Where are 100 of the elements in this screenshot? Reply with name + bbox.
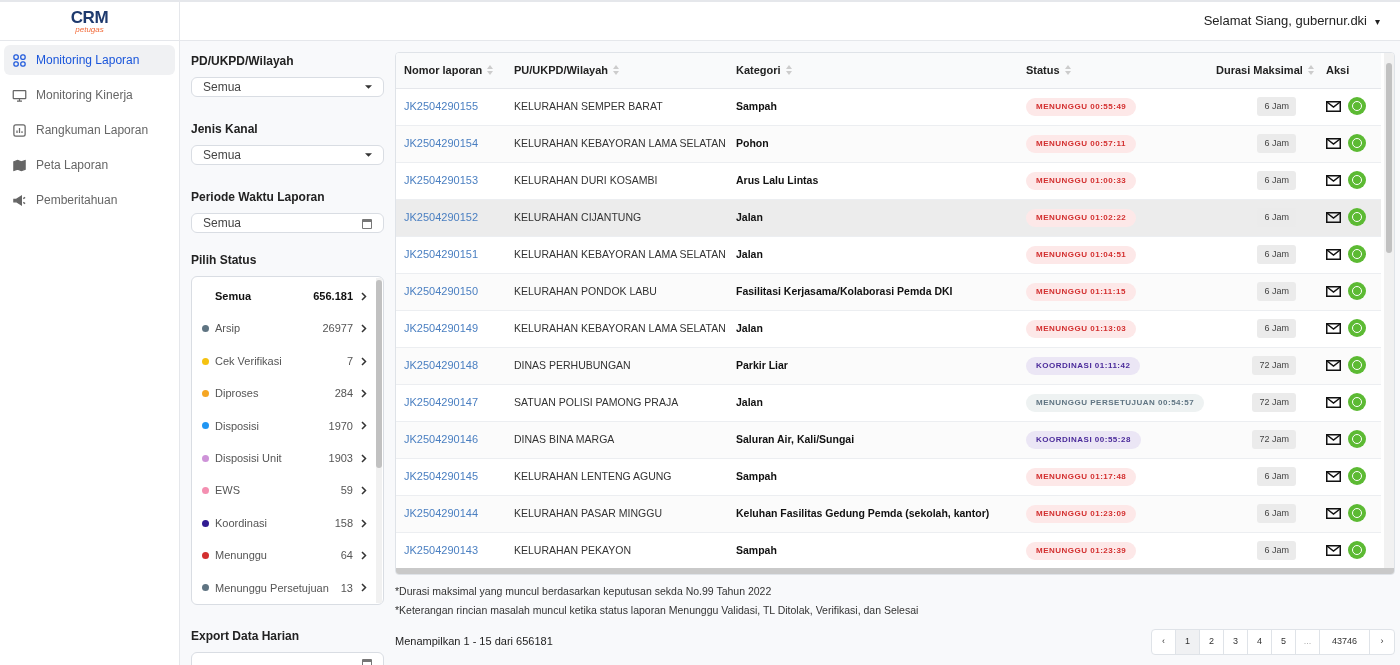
table-row[interactable]: JK2504290154 KELURAHAN KEBAYORAN LAMA SELATAN Pohon MENUNGGU 00:57:11 6 Jam <box>396 125 1381 162</box>
mail-icon[interactable] <box>1326 396 1341 408</box>
report-link[interactable]: JK2504290145 <box>404 470 478 483</box>
mail-icon[interactable] <box>1326 544 1341 556</box>
nav-item[interactable]: Rangkuman Laporan <box>4 115 175 145</box>
whatsapp-icon[interactable] <box>1348 208 1366 226</box>
mail-icon[interactable] <box>1326 137 1341 149</box>
mail-icon[interactable] <box>1326 322 1341 334</box>
column-header[interactable]: Durasi Maksimal <box>1208 53 1318 88</box>
whatsapp-icon[interactable] <box>1348 97 1366 115</box>
scrollbar-track[interactable] <box>1384 53 1394 568</box>
table-cell: KELURAHAN PONDOK LABU <box>506 273 728 310</box>
mail-icon[interactable] <box>1326 248 1341 260</box>
chevron-right-icon <box>361 324 367 334</box>
table-row[interactable]: JK2504290146 DINAS BINA MARGA Saluran Air, Kali/Sungai KOORDINASI 00:55:28 72 Jam <box>396 421 1381 458</box>
status-item[interactable]: Disposisi Unit 1903 <box>192 442 383 475</box>
mail-icon[interactable] <box>1326 433 1341 445</box>
column-header[interactable]: Kategori <box>728 53 1018 88</box>
report-link[interactable]: JK2504290149 <box>404 322 478 335</box>
report-link[interactable]: JK2504290144 <box>404 507 478 520</box>
table-row[interactable]: JK2504290147 SATUAN POLISI PAMONG PRAJA Jalan MENUNGGU PERSETUJUAN 00:54:57 72 Jam <box>396 384 1381 421</box>
table-row[interactable]: JK2504290144 KELURAHAN PASAR MINGGU Keluhan Fasilitas Gedung Pemda (sekolah, kantor) MENUNGGU 01:23:09 6 Jam <box>396 495 1381 532</box>
page-button[interactable]: ‹ <box>1151 629 1176 654</box>
report-link[interactable]: JK2504290152 <box>404 211 478 224</box>
table-row[interactable]: JK2504290151 KELURAHAN KEBAYORAN LAMA SELATAN Jalan MENUNGGU 01:04:51 6 Jam <box>396 236 1381 273</box>
mail-icon[interactable] <box>1326 359 1341 371</box>
whatsapp-icon[interactable] <box>1348 134 1366 152</box>
status-item[interactable]: Diproses 284 <box>192 377 383 410</box>
date-field[interactable]: Semua <box>191 213 384 233</box>
nav-item[interactable]: Pemberitahuan <box>4 185 175 215</box>
table-cell: Fasilitasi Kerjasama/Kolaborasi Pemda DKI <box>728 273 1018 310</box>
status-label: MENUNGGU 01:04:51 <box>1026 246 1137 264</box>
mail-icon[interactable] <box>1326 507 1341 519</box>
mail-icon[interactable] <box>1326 470 1341 482</box>
status-item[interactable]: Disposisi 1970 <box>192 409 383 443</box>
user-greeting[interactable]: Selamat Siang, gubernur.dki <box>1203 11 1367 31</box>
status-item[interactable]: Arsip 26977 <box>192 312 383 345</box>
sort-icon <box>785 65 792 76</box>
page-button[interactable]: 3 <box>1223 629 1248 654</box>
mail-icon[interactable] <box>1326 100 1341 112</box>
caret-icon[interactable]: ▾ <box>1375 13 1380 29</box>
column-header[interactable]: Nomor laporan <box>396 53 506 88</box>
status-item[interactable]: Semua 656.181 <box>192 280 383 313</box>
report-link[interactable]: JK2504290155 <box>404 100 478 113</box>
duration-label: 6 Jam <box>1257 170 1296 191</box>
page-button[interactable]: 43746 <box>1319 629 1370 654</box>
page-button[interactable]: 2 <box>1199 629 1224 654</box>
whatsapp-icon[interactable] <box>1348 393 1366 411</box>
status-item[interactable]: Menunggu Persetujuan 13 <box>192 571 383 605</box>
sort-icon <box>1307 65 1314 76</box>
nav-item[interactable]: Monitoring Kinerja <box>4 80 175 110</box>
dropdown[interactable]: Semua <box>191 77 384 97</box>
page-button[interactable]: 1 <box>1175 629 1200 654</box>
mail-icon[interactable] <box>1326 174 1341 186</box>
whatsapp-icon[interactable] <box>1348 245 1366 263</box>
whatsapp-icon[interactable] <box>1348 467 1366 485</box>
table-row[interactable]: JK2504290153 KELURAHAN DURI KOSAMBI Arus Lalu Lintas MENUNGGU 01:00:33 6 Jam <box>396 162 1381 199</box>
chevron-right-icon <box>361 356 367 366</box>
filter-label: Export Data Harian <box>191 628 301 645</box>
report-link[interactable]: JK2504290153 <box>404 174 478 187</box>
column-header[interactable]: PU/UKPD/Wilayah <box>506 53 728 88</box>
whatsapp-icon[interactable] <box>1348 171 1366 189</box>
status-item[interactable]: Menunggu 64 <box>192 539 383 572</box>
nav-item[interactable]: Peta Laporan <box>4 150 175 180</box>
table-row[interactable]: JK2504290150 KELURAHAN PONDOK LABU Fasilitasi Kerjasama/Kolaborasi Pemda DKI MENUNGGU 01:11:15 6 Jam <box>396 273 1381 310</box>
mail-icon[interactable] <box>1326 211 1341 223</box>
table-cell: Sampah <box>728 88 1018 125</box>
column-header[interactable]: Status <box>1018 53 1208 88</box>
nav-item[interactable]: Monitoring Laporan <box>4 45 175 75</box>
report-link[interactable]: JK2504290150 <box>404 285 478 298</box>
report-link[interactable]: JK2504290154 <box>404 137 478 150</box>
table-row[interactable]: JK2504290155 KELURAHAN SEMPER BARAT Sampah MENUNGGU 00:55:49 6 Jam <box>396 88 1381 125</box>
status-item[interactable]: Cek Verifikasi 7 <box>192 344 383 378</box>
status-item[interactable]: EWS 59 <box>192 474 383 507</box>
page-button[interactable]: 5 <box>1271 629 1296 654</box>
scrollbar[interactable] <box>376 278 382 603</box>
report-link[interactable]: JK2504290147 <box>404 396 478 409</box>
table-row[interactable]: JK2504290145 KELURAHAN LENTENG AGUNG Sampah MENUNGGU 01:17:48 6 Jam <box>396 458 1381 495</box>
report-link[interactable]: JK2504290143 <box>404 544 478 557</box>
whatsapp-icon[interactable] <box>1348 504 1366 522</box>
whatsapp-icon[interactable] <box>1348 541 1366 559</box>
table-cell: Pohon <box>728 125 1018 162</box>
table-cell: Jalan <box>728 236 1018 273</box>
whatsapp-icon[interactable] <box>1348 282 1366 300</box>
page-button[interactable]: › <box>1370 629 1394 654</box>
dropdown[interactable]: Semua <box>191 145 384 165</box>
whatsapp-icon[interactable] <box>1348 356 1366 374</box>
table-cell: KELURAHAN KEBAYORAN LAMA SELATAN <box>506 125 728 162</box>
status-item[interactable]: Koordinasi 158 <box>192 506 383 540</box>
report-link[interactable]: JK2504290148 <box>404 359 478 372</box>
whatsapp-icon[interactable] <box>1348 430 1366 448</box>
report-link[interactable]: JK2504290151 <box>404 248 478 261</box>
table-row[interactable]: JK2504290148 DINAS PERHUBUNGAN Parkir Liar KOORDINASI 01:11:42 72 Jam <box>396 347 1381 384</box>
duration-label: 6 Jam <box>1257 318 1296 339</box>
whatsapp-icon[interactable] <box>1348 319 1366 337</box>
table-row[interactable]: JK2504290149 KELURAHAN KEBAYORAN LAMA SELATAN Jalan MENUNGGU 01:13:03 6 Jam <box>396 310 1381 347</box>
page-button[interactable]: 4 <box>1247 629 1272 654</box>
horizontal-scrollbar[interactable] <box>396 568 1394 574</box>
mail-icon[interactable] <box>1326 285 1341 297</box>
report-link[interactable]: JK2504290146 <box>404 433 478 446</box>
